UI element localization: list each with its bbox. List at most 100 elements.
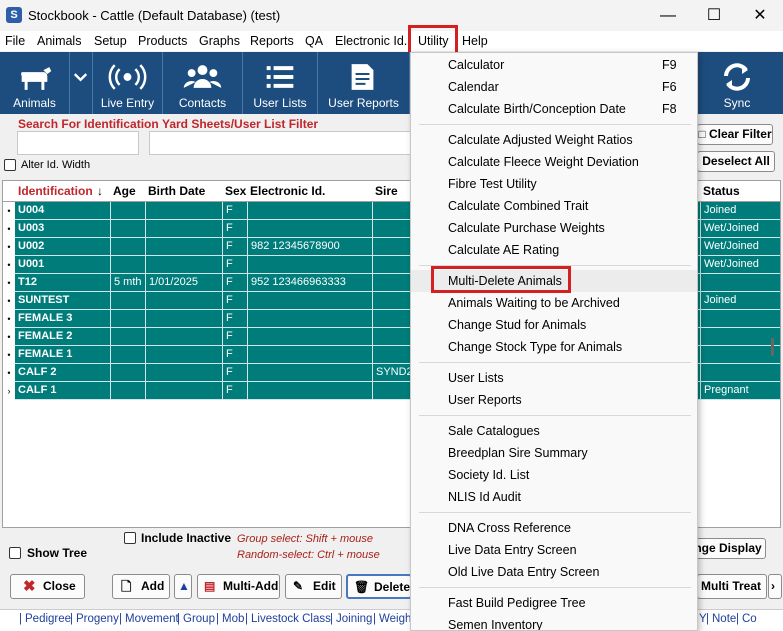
cell-age [111,238,146,256]
col-status[interactable]: Status [703,184,740,198]
row-selector-icon[interactable]: › [3,382,15,400]
tab-livestock-class[interactable]: Livestock Class [251,613,331,625]
menu-item-sale-catalogues[interactable]: Sale Catalogues [411,420,697,442]
cell-status: Pregnant [701,382,780,400]
tab-note[interactable]: Note [712,613,736,625]
menu-item-change-stud-for-animals[interactable]: Change Stud for Animals [411,314,697,336]
group-select-hint: Group select: Shift + mouse [237,533,374,545]
tab-co[interactable]: Co [742,613,757,625]
cell-birth [146,220,223,238]
multi-add-button[interactable]: ▤ Multi-Add [197,574,280,599]
toolbar-user-reports-button[interactable]: User Reports [318,52,410,114]
vertical-scrollbar-thumb[interactable] [771,338,774,356]
toolbar-animals-dropdown[interactable] [70,52,93,114]
menu-item-fibre-test-utility[interactable]: Fibre Test Utility [411,173,697,195]
row-selector-icon[interactable]: • [3,202,15,220]
menu-item-live-data-entry-screen[interactable]: Live Data Entry Screen [411,539,697,561]
clear-filter-button[interactable]: □ Clear Filter [697,124,773,145]
cell-age [111,346,146,364]
delete-button[interactable]: 🗑 Delete [346,574,412,599]
row-selector-icon[interactable]: • [3,292,15,310]
menu-item-fast-build-pedigree-tree[interactable]: Fast Build Pedigree Tree [411,592,697,614]
cell-eid [248,346,373,364]
menu-item-animals-waiting-to-be-archived[interactable]: Animals Waiting to be Archived [411,292,697,314]
tree-icon: ▲ [178,579,190,593]
toolbar-user-lists-button[interactable]: User Lists [243,52,318,114]
menu-reports[interactable]: Reports [250,34,294,48]
menu-item-calculate-fleece-weight-deviation[interactable]: Calculate Fleece Weight Deviation [411,151,697,173]
menu-separator [419,587,691,588]
toolbar-sync-label: Sync [723,96,751,110]
menu-item-calculate-birth-conception-date[interactable]: Calculate Birth/Conception Date F8 [411,98,697,120]
menu-graphs[interactable]: Graphs [199,34,240,48]
row-selector-icon[interactable]: • [3,346,15,364]
col-birth-date[interactable]: Birth Date [148,184,205,198]
edit-button[interactable]: ✎ Edit [285,574,342,599]
deselect-all-button[interactable]: Deselect All [697,151,775,172]
toolbar-animals-button[interactable]: Animals [0,52,70,114]
menu-item-user-reports[interactable]: User Reports [411,389,697,411]
row-selector-icon[interactable]: • [3,238,15,256]
minimize-icon[interactable]: — [645,0,691,31]
close-icon[interactable]: ✕ [737,0,783,31]
tab-movement[interactable]: Movement [125,613,179,625]
menu-item-calculate-combined-trait[interactable]: Calculate Combined Trait [411,195,697,217]
row-selector-icon[interactable]: • [3,364,15,382]
cell-birth [146,202,223,220]
row-selector-icon[interactable]: • [3,274,15,292]
toolbar-sync-button[interactable]: Sync [698,52,776,114]
menu-item-breedplan-sire-summary[interactable]: Breedplan Sire Summary [411,442,697,464]
col-age[interactable]: Age [113,184,136,198]
close-button[interactable]: ✖ Close [10,574,85,599]
toolbar-contacts-button[interactable]: Contacts [163,52,243,114]
tab-group[interactable]: Group [183,613,215,625]
col-electronic-id[interactable]: Electronic Id. [250,184,325,198]
scroll-right-button[interactable]: › [768,574,782,599]
menu-item-nlis-id-audit[interactable]: NLIS Id Audit [411,486,697,508]
alter-id-width-checkbox[interactable] [4,159,16,171]
menu-item-label: Society Id. List [448,468,530,482]
menu-qa[interactable]: QA [305,34,323,48]
menu-animals[interactable]: Animals [37,34,81,48]
menu-item-change-stock-type-for-animals[interactable]: Change Stock Type for Animals [411,336,697,358]
menu-item-calculator[interactable]: Calculator F9 [411,54,697,76]
row-selector-icon[interactable]: • [3,310,15,328]
row-selector-icon[interactable]: • [3,256,15,274]
show-tree-checkbox[interactable] [9,547,21,559]
tab-progeny[interactable]: Progeny [76,613,119,625]
multi-treat-button[interactable]: Multi Treat [697,574,767,599]
cell-id: U003 [15,220,111,238]
search-identification-input[interactable] [17,131,139,155]
menu-item-society-id-list[interactable]: Society Id. List [411,464,697,486]
cell-age [111,364,146,382]
change-display-button[interactable]: nge Display [690,538,766,559]
tab-pedigree[interactable]: Pedigree [25,613,71,625]
col-identification[interactable]: Identification [18,184,93,198]
col-sex[interactable]: Sex [225,184,246,198]
menu-products[interactable]: Products [138,34,187,48]
menu-item-dna-cross-reference[interactable]: DNA Cross Reference [411,517,697,539]
menu-item-semen-inventory[interactable]: Semen Inventory [411,614,697,630]
menu-item-calculate-ae-rating[interactable]: Calculate AE Rating [411,239,697,261]
add-dropdown-button[interactable]: ▲ [174,574,192,599]
tab-joining[interactable]: Joining [336,613,372,625]
menu-item-calendar[interactable]: Calendar F6 [411,76,697,98]
col-sire[interactable]: Sire [375,184,398,198]
row-selector-icon[interactable]: • [3,328,15,346]
menu-item-calculate-adjusted-weight-ratios[interactable]: Calculate Adjusted Weight Ratios [411,129,697,151]
menu-item-old-live-data-entry-screen[interactable]: Old Live Data Entry Screen [411,561,697,583]
menu-file[interactable]: File [5,34,25,48]
cell-age [111,310,146,328]
user-list-filter-input[interactable] [149,131,411,155]
toolbar-live-entry-button[interactable]: Live Entry [93,52,163,114]
tab-mob[interactable]: Mob [222,613,244,625]
row-selector-icon[interactable]: • [3,220,15,238]
menu-setup[interactable]: Setup [94,34,127,48]
add-button[interactable]: 🗋 Add [112,574,170,599]
include-inactive-checkbox[interactable] [124,532,136,544]
menu-item-calculate-purchase-weights[interactable]: Calculate Purchase Weights [411,217,697,239]
menu-electronic-id[interactable]: Electronic Id. [335,34,407,48]
maximize-icon[interactable]: ☐ [691,0,737,31]
menu-item-user-lists[interactable]: User Lists [411,367,697,389]
menu-help[interactable]: Help [462,34,488,48]
